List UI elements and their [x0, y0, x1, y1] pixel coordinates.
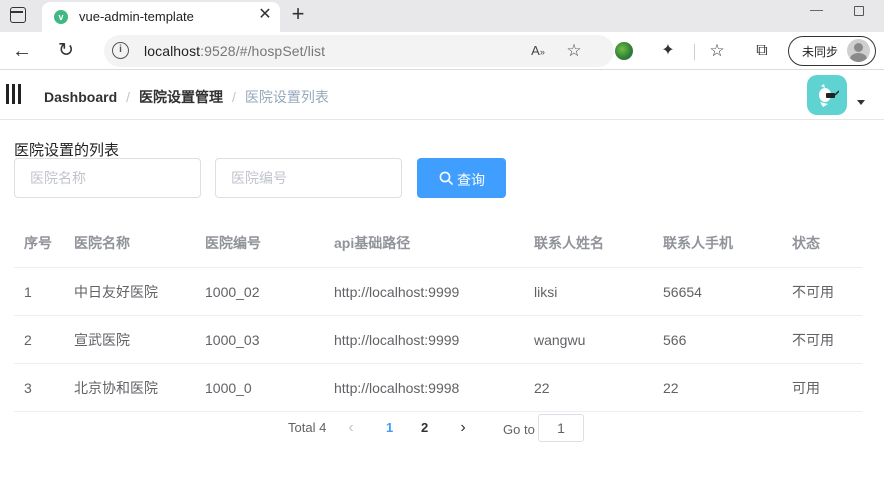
cell-api-url: http://localhost:9999	[334, 332, 460, 348]
tab-actions-icon[interactable]	[10, 7, 26, 23]
url-field[interactable]: i localhost:9528/#/hospSet/list A» ☆	[104, 35, 614, 67]
browser-address-bar: ← ↻ i localhost:9528/#/hospSet/list A» ☆…	[0, 32, 884, 70]
cell-contacts-phone: 56654	[663, 284, 702, 300]
cell-hosname: 北京协和医院	[74, 380, 158, 396]
tab-close-icon[interactable]: ✕	[256, 6, 274, 24]
cell-status: 不可用	[792, 284, 834, 300]
breadcrumb-hosp-manage[interactable]: 医院设置管理	[139, 89, 223, 105]
url-host: localhost	[144, 43, 201, 59]
breadcrumb-separator: /	[126, 89, 131, 105]
hamburger-menu-icon[interactable]	[6, 84, 22, 104]
search-icon	[439, 171, 453, 185]
column-header-contacts-name[interactable]: 联系人姓名	[534, 219, 604, 267]
column-header-status[interactable]: 状态	[792, 219, 820, 267]
column-header-index[interactable]: 序号	[24, 219, 52, 267]
pagination-page-1[interactable]: 1	[386, 420, 393, 435]
sync-label: 未同步	[802, 45, 839, 59]
pagination-prev-icon[interactable]: ‹	[344, 418, 358, 438]
search-button-label: 查询	[457, 172, 485, 188]
favorites-icon[interactable]: ☆	[706, 40, 728, 62]
pagination-goto-input[interactable]	[538, 414, 584, 442]
pagination: Total 4 ‹ 1 2 › Go to	[0, 412, 884, 444]
column-header-hoscode[interactable]: 医院编号	[205, 219, 261, 267]
cell-contacts-phone: 22	[663, 380, 679, 396]
window-maximize-icon[interactable]	[854, 6, 864, 16]
browser-tab[interactable]: v vue-admin-template ✕	[42, 2, 280, 32]
cell-hoscode: 1000_03	[205, 332, 260, 348]
search-button[interactable]: 查询	[417, 158, 506, 198]
new-tab-plus-icon[interactable]: +	[287, 3, 309, 25]
table-row[interactable]: 2 宣武医院 1000_03 http://localhost:9999 wan…	[14, 316, 862, 364]
cell-contacts-name: liksi	[534, 284, 558, 300]
browser-tab-bar: v vue-admin-template ✕ + —	[0, 0, 884, 32]
caret-down-icon[interactable]	[857, 100, 865, 105]
window-minimize-icon[interactable]: —	[810, 2, 824, 17]
cell-index: 3	[24, 380, 32, 396]
hoscode-input[interactable]	[215, 158, 402, 198]
profile-sync-button[interactable]: 未同步	[788, 36, 876, 66]
page-title: 医院设置的列表	[14, 142, 120, 159]
column-header-hosname[interactable]: 医院名称	[74, 219, 130, 267]
toolbar-divider	[694, 44, 695, 60]
column-header-contacts-phone[interactable]: 联系人手机	[663, 219, 733, 267]
hospital-set-table: 序号 医院名称 医院编号 api基础路径 联系人姓名 联系人手机 状态 1 中日…	[14, 219, 862, 412]
collections-icon[interactable]: ⧉	[751, 40, 773, 62]
vue-favicon-icon: v	[54, 10, 68, 24]
cell-index: 1	[24, 284, 32, 300]
reload-icon[interactable]: ↻	[54, 39, 78, 63]
site-info-icon[interactable]: i	[112, 42, 129, 59]
cell-hoscode: 1000_0	[205, 380, 252, 396]
cell-hosname: 宣武医院	[74, 332, 130, 348]
cell-api-url: http://localhost:9998	[334, 380, 460, 396]
extensions-puzzle-icon[interactable]: ✦	[657, 40, 679, 62]
cell-contacts-name: wangwu	[534, 332, 586, 348]
cell-contacts-phone: 566	[663, 332, 687, 348]
cell-contacts-name: 22	[534, 380, 550, 396]
pagination-total: Total 4	[288, 420, 327, 435]
breadcrumb-separator: /	[232, 89, 236, 105]
pagination-goto-label: Go to	[503, 422, 535, 437]
cell-status: 不可用	[792, 332, 834, 348]
cell-hoscode: 1000_02	[205, 284, 260, 300]
favorite-star-icon[interactable]: ☆	[564, 41, 584, 61]
cell-api-url: http://localhost:9999	[334, 284, 460, 300]
user-avatar[interactable]	[807, 75, 847, 115]
tab-title: vue-admin-template	[79, 9, 194, 24]
profile-avatar-icon	[847, 39, 870, 62]
cell-hosname: 中日友好医院	[74, 284, 158, 300]
app-navbar: Dashboard / 医院设置管理 / 医院设置列表	[0, 70, 884, 120]
pagination-page-2[interactable]: 2	[421, 420, 428, 435]
breadcrumb-dashboard[interactable]: Dashboard	[44, 89, 117, 105]
breadcrumb: Dashboard / 医院设置管理 / 医院设置列表	[44, 87, 329, 107]
url-text[interactable]: localhost:9528/#/hospSet/list	[144, 43, 325, 59]
table-header-row: 序号 医院名称 医院编号 api基础路径 联系人姓名 联系人手机 状态	[14, 219, 862, 268]
extension-globe-icon[interactable]	[615, 42, 633, 60]
hosname-input[interactable]	[14, 158, 201, 198]
cell-status: 可用	[792, 380, 820, 396]
back-arrow-icon[interactable]: ←	[10, 39, 34, 63]
table-row[interactable]: 3 北京协和医院 1000_0 http://localhost:9998 22…	[14, 364, 862, 412]
url-path: :9528/#/hospSet/list	[200, 43, 326, 59]
table-row[interactable]: 1 中日友好医院 1000_02 http://localhost:9999 l…	[14, 268, 862, 316]
read-aloud-icon[interactable]: A»	[528, 41, 548, 61]
avatar-figure-icon	[819, 84, 839, 107]
cell-index: 2	[24, 332, 32, 348]
breadcrumb-current: 医院设置列表	[244, 89, 329, 105]
column-header-api-url[interactable]: api基础路径	[334, 219, 410, 267]
pagination-next-icon[interactable]: ›	[456, 418, 470, 438]
